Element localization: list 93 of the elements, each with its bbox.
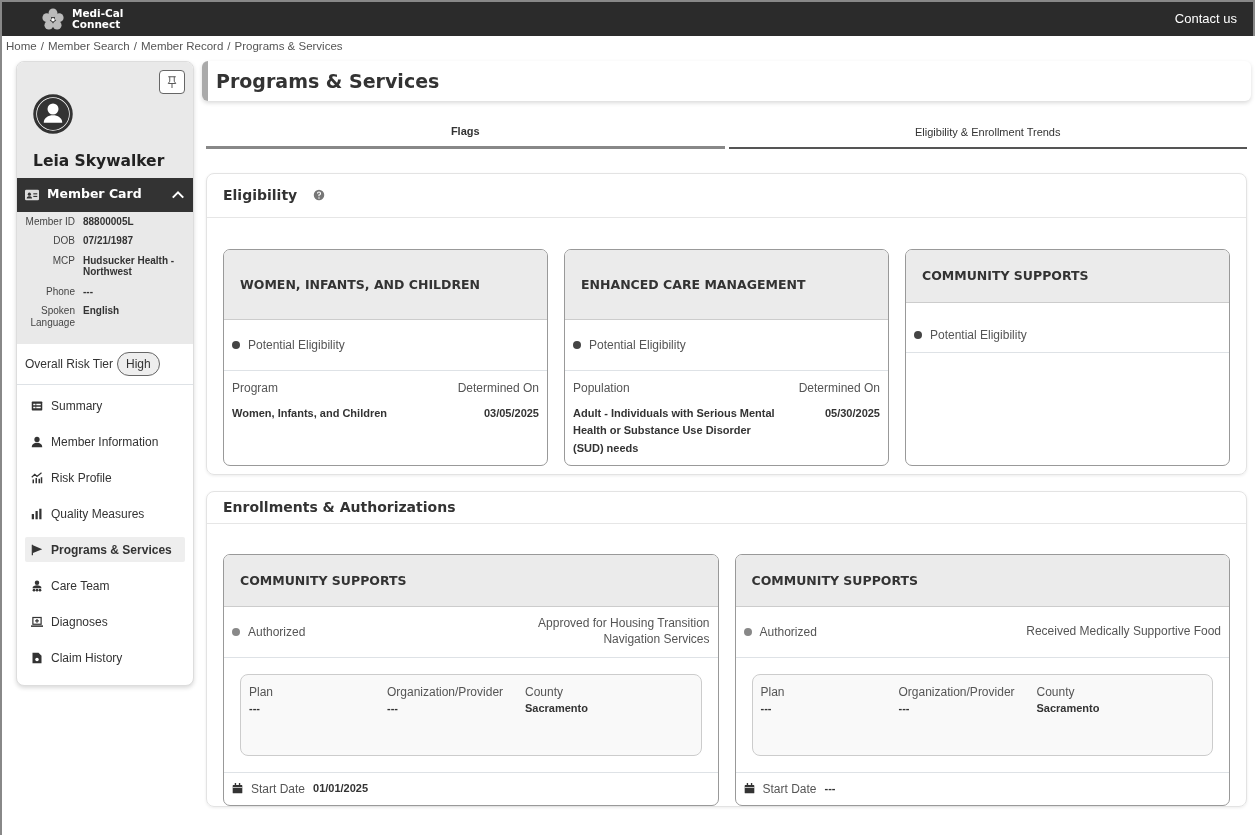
sidebar-item[interactable]: Member Information: [25, 429, 185, 454]
status-text: Authorized: [248, 623, 306, 641]
card-title: WOMEN, INFANTS, AND CHILDREN: [224, 249, 547, 320]
sidebar-item[interactable]: Quality Measures: [25, 501, 185, 526]
sidebar-item[interactable]: Risk Profile: [25, 465, 185, 490]
tab[interactable]: Flags: [206, 117, 725, 149]
field-label: Phone: [45, 285, 75, 297]
card-title: COMMUNITY SUPPORTS: [224, 554, 718, 607]
member-name: Leia Skywalker: [32, 151, 166, 173]
risk-tier-label: Overall Risk Tier: [25, 356, 113, 373]
member-card-header[interactable]: Member Card: [17, 177, 193, 212]
start-date-value: 01/01/2025: [313, 780, 369, 796]
calendar-icon: [232, 783, 243, 795]
detail-label: Organization/Provider: [898, 683, 1016, 701]
section-title: Eligibility: [223, 185, 298, 205]
cell-value: 05/30/2025: [823, 405, 880, 421]
status-description: Received Medically Supportive Food: [1026, 623, 1221, 640]
logo-text: Medi-Cal Connect: [72, 8, 124, 30]
detail-label: County: [1036, 683, 1076, 701]
status-text: Authorized: [759, 623, 817, 641]
column-label: Program: [232, 379, 279, 397]
sidebar-item[interactable]: Diagnoses: [25, 609, 185, 634]
section-title: Enrollments & Authorizations: [223, 497, 456, 517]
help-icon: [313, 189, 326, 202]
breadcrumb-link[interactable]: Member Record: [140, 38, 224, 56]
detail-value: Sacramento: [525, 700, 588, 716]
page-title: Programs & Services: [202, 61, 1251, 102]
card-title: COMMUNITY SUPPORTS: [906, 249, 1229, 303]
sidebar-item[interactable]: Summary: [25, 393, 185, 418]
calendar-icon: [743, 783, 755, 795]
cell-value: Women, Infants, and Children: [232, 405, 388, 421]
detail-value: ---: [249, 700, 261, 716]
pin-button[interactable]: [159, 70, 185, 95]
breadcrumb-separator: /: [40, 39, 44, 54]
detail-label: County: [525, 683, 565, 701]
start-date-label: Start Date: [251, 780, 306, 798]
status-dot: [743, 627, 752, 636]
sidebar-item[interactable]: Care Team: [25, 573, 185, 598]
breadcrumb-link[interactable]: Home: [6, 38, 37, 56]
table-icon: [31, 399, 43, 412]
field-label: MCP: [51, 254, 75, 268]
breadcrumb-separator: /: [227, 39, 231, 54]
start-date-value: ---: [824, 780, 836, 796]
field-value: 07/21/1987: [83, 235, 134, 247]
status-dot: [914, 331, 922, 340]
status-text: Potential Eligibility: [248, 336, 345, 354]
start-date-label: Start Date: [762, 780, 817, 798]
detail-label: Plan: [249, 683, 275, 701]
status-dot: [232, 627, 240, 636]
flower-logo-icon: [42, 8, 64, 30]
sidebar-item[interactable]: Programs & Services: [25, 537, 185, 562]
field-value: ---: [83, 285, 93, 297]
tab[interactable]: Eligibility & Enrollment Trends: [728, 117, 1247, 149]
detail-value: ---: [387, 700, 399, 716]
field-value: English: [83, 305, 120, 318]
id-card-icon: [25, 187, 39, 202]
risk-tier-badge: High: [117, 352, 160, 376]
field-value: 88800005L: [83, 215, 134, 227]
field-label: DOB: [52, 235, 75, 247]
field-label: Spoken Language: [29, 305, 75, 328]
flag-icon: [31, 543, 43, 556]
detail-value: ---: [898, 700, 911, 716]
chart-icon: [31, 471, 43, 484]
breadcrumb-link[interactable]: Member Search: [47, 38, 130, 56]
field-label: Member ID: [24, 215, 75, 227]
contact-link[interactable]: Contact us: [1174, 9, 1237, 29]
avatar-icon: [33, 94, 73, 135]
status-dot: [232, 340, 240, 349]
laptop-icon: [31, 615, 43, 628]
file-icon: [31, 651, 43, 664]
detail-label: Organization/Provider: [387, 683, 505, 701]
bar-chart-icon: [31, 507, 43, 520]
card-title: ENHANCED CARE MANAGEMENT: [565, 249, 888, 320]
card-title: COMMUNITY SUPPORTS: [735, 554, 1229, 607]
status-description: Approved for Housing Transition Navigation Services: [537, 616, 710, 648]
sidebar-item[interactable]: Claim History: [25, 645, 185, 670]
column-label: Determined On: [457, 379, 539, 397]
pin-icon: [166, 76, 178, 89]
breadcrumb-current: Programs & Services: [234, 39, 343, 54]
status-dot: [573, 340, 581, 349]
cell-value: 03/05/2025: [482, 405, 539, 421]
column-label: Population: [573, 379, 631, 397]
detail-label: Plan: [760, 683, 786, 701]
detail-value: ---: [760, 700, 773, 716]
team-icon: [31, 579, 43, 592]
detail-value: Sacramento: [1036, 700, 1100, 716]
cell-value: Adult - Individuals with Serious Mental Health or Substance Use Disorder (SUD) needs: [573, 405, 776, 456]
field-value: Hudsucker Health - Northwest: [83, 254, 176, 278]
breadcrumb-separator: /: [133, 39, 137, 54]
status-text: Potential Eligibility: [589, 336, 686, 354]
column-label: Determined On: [798, 379, 880, 397]
person-icon: [31, 435, 43, 448]
status-text: Potential Eligibility: [930, 327, 1027, 345]
